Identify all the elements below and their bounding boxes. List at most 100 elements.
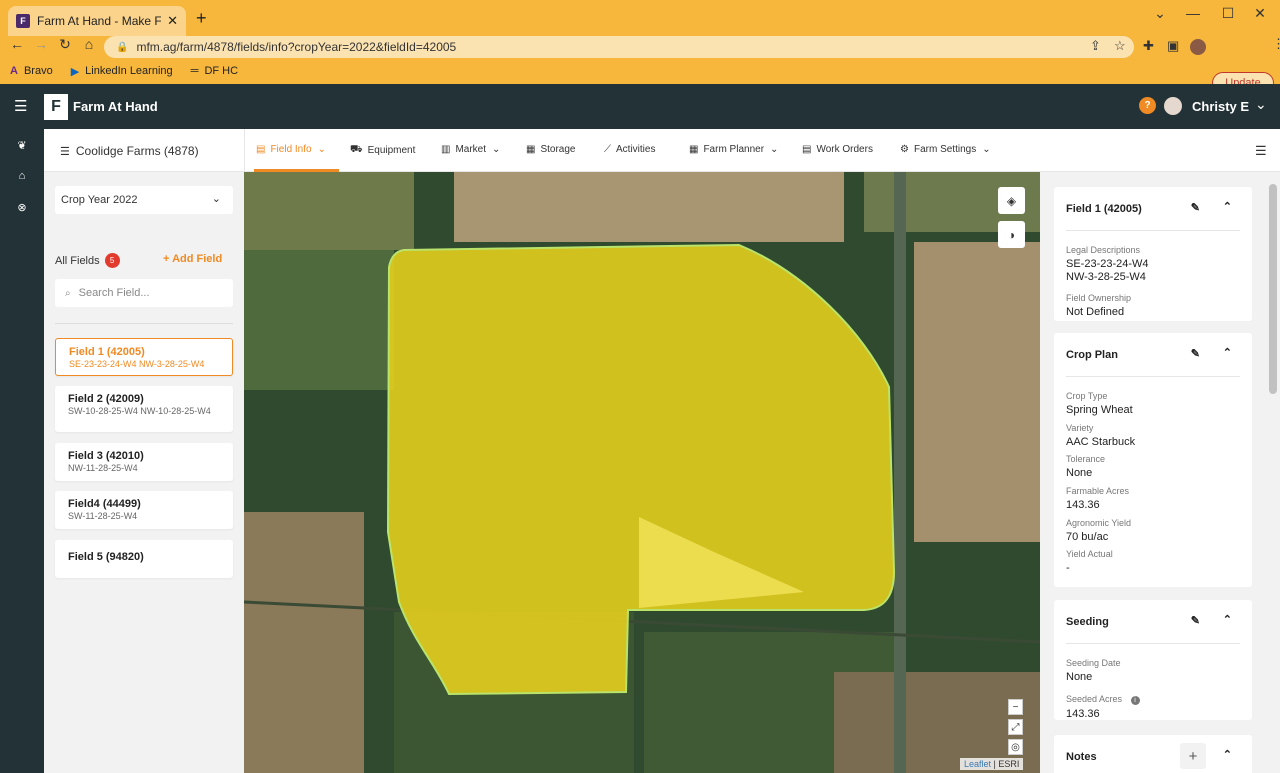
layers-icon[interactable]: ◈ — [998, 187, 1025, 214]
notes-card: Notes + ⌃ — [1054, 735, 1252, 773]
activity-icon: ⟋ — [604, 144, 611, 155]
chevron-up-icon[interactable]: ⌃ — [1223, 613, 1232, 626]
gear-icon: ⚙ — [900, 144, 909, 155]
dfhc-icon: ═ — [190, 65, 199, 77]
tab-field-info[interactable]: ▤ Field Info ⌄ — [256, 144, 326, 155]
chevron-down-icon: ⌄ — [492, 144, 501, 155]
tab-equipment[interactable]: ⛟ Equipment — [350, 144, 415, 157]
chevron-down-icon: ⌄ — [770, 144, 779, 155]
search-icon: ⌕ — [65, 287, 71, 299]
sidepanel-icon[interactable]: ▣ — [1167, 38, 1179, 54]
all-fields-heading: All Fields 5 — [55, 253, 120, 268]
bookmark-linkedin[interactable]: ▶ LinkedIn Learning — [71, 65, 173, 78]
satellite-map[interactable] — [244, 172, 1040, 773]
logo: F — [44, 94, 68, 120]
zoom-out-button[interactable]: − — [1008, 699, 1023, 715]
add-field-button[interactable]: + Add Field — [163, 253, 222, 265]
help-icon[interactable]: ? — [1139, 97, 1156, 114]
tab-title: Farm At Hand - Make Farm Mana — [37, 14, 162, 28]
chevron-down-icon[interactable]: ⌄ — [1145, 5, 1175, 22]
crop-plan-header: Crop Plan ✎ ⌃ — [1066, 333, 1240, 377]
new-tab-icon[interactable]: + — [196, 8, 207, 29]
storage-icon: ▦ — [526, 144, 536, 155]
avatar[interactable] — [1164, 97, 1182, 115]
dashboard-icon[interactable]: ⊗ — [14, 201, 30, 217]
linkedin-icon: ▶ — [70, 65, 80, 78]
bookmarks-bar: A Bravo ▶ LinkedIn Learning ═ DF HC — [0, 60, 1280, 82]
home-icon[interactable]: ⌂ — [78, 36, 100, 52]
chart-icon: ▥ — [441, 144, 451, 155]
app-header: ☰ F Farm At Hand ? Christy E ⌄ — [0, 84, 1280, 129]
maximize-icon[interactable]: ☐ — [1213, 5, 1243, 22]
tab-farm-planner[interactable]: ▦ Farm Planner ⌄ — [689, 144, 778, 155]
extensions-icon[interactable]: ✚ — [1143, 38, 1154, 54]
minimize-icon[interactable]: — — [1178, 5, 1208, 21]
app-name: Farm At Hand — [73, 99, 158, 114]
reload-icon[interactable]: ↻ — [54, 36, 76, 53]
info-icon[interactable]: i — [1130, 695, 1140, 705]
star-icon[interactable]: ☆ — [1114, 38, 1126, 54]
tractor-icon: ⛟ — [350, 144, 363, 155]
chevron-up-icon[interactable]: ⌃ — [1223, 748, 1232, 761]
fullscreen-icon[interactable]: ⤢ — [1008, 719, 1023, 735]
tab-market[interactable]: ▥ Market ⌄ — [441, 144, 500, 155]
scroll-thumb[interactable] — [1269, 184, 1277, 394]
locate-icon[interactable]: ◎ — [1008, 739, 1023, 755]
bookmark-dfhc[interactable]: ═ DF HC — [191, 65, 238, 77]
back-icon[interactable]: ← — [6, 36, 28, 52]
farm-home-icon[interactable]: ⌂ — [14, 170, 30, 186]
calendar-icon: ▦ — [689, 144, 699, 155]
menu-toggle-icon[interactable]: ☰ — [14, 97, 27, 115]
crop-year-select[interactable]: Crop Year 2022 ⌄ — [55, 186, 233, 214]
leaflet-link[interactable]: Leaflet — [964, 759, 991, 769]
list-icon: ☰ — [60, 145, 70, 158]
left-icon-rail: ❦ ⌂ ⊗ — [0, 129, 44, 773]
tab-work-orders[interactable]: ▤ Work Orders — [802, 144, 873, 155]
add-note-button[interactable]: + — [1180, 743, 1206, 769]
chevron-down-icon: ⌄ — [211, 193, 221, 205]
forward-icon[interactable]: → — [30, 36, 52, 52]
chevron-up-icon[interactable]: ⌃ — [1223, 200, 1232, 213]
panel-toggle-icon[interactable]: ☰ — [1255, 143, 1267, 159]
edit-icon[interactable]: ✎ — [1191, 614, 1200, 627]
chevron-down-icon[interactable]: ⌄ — [1255, 96, 1267, 113]
farm-selector[interactable]: ☰ Coolidge Farms (4878) — [60, 144, 199, 158]
field-map[interactable]: ◈ ◑ − ⤢ ◎ Leaflet | ESRI — [244, 172, 1040, 773]
address-bar[interactable]: 🔒 mfm.ag/farm/4878/fields/info?cropYear=… — [104, 36, 1134, 58]
browser-profile-avatar[interactable] — [1190, 39, 1206, 55]
tab-storage[interactable]: ▦ Storage — [526, 144, 575, 155]
scrollbar[interactable] — [1266, 172, 1280, 773]
share-icon[interactable]: ⇪ — [1090, 38, 1101, 54]
list-item[interactable]: Field 3 (42010) NW-11-28-25-W4 — [55, 443, 233, 481]
bookmark-bravo[interactable]: A Bravo — [10, 65, 53, 77]
list-item[interactable]: Field 5 (94820) — [55, 540, 233, 578]
list-item[interactable]: Field4 (44499) SW-11-28-25-W4 — [55, 491, 233, 529]
field-info-icon: ▤ — [256, 144, 266, 155]
favicon-icon: F — [16, 14, 30, 28]
close-tab-icon[interactable]: ✕ — [167, 13, 178, 29]
list-item[interactable]: Field 1 (42005) SE-23-23-24-W4 NW-3-28-2… — [55, 338, 233, 376]
field-card-body: Legal Descriptions SE-23-23-24-W4 NW-3-2… — [1066, 245, 1149, 319]
close-window-icon[interactable]: ✕ — [1245, 5, 1275, 22]
more-icon[interactable]: ⋮ — [1272, 36, 1280, 52]
contrast-icon[interactable]: ◑ — [998, 221, 1025, 248]
list-item[interactable]: Field 2 (42009) SW-10-28-25-W4 NW-10-28-… — [55, 386, 233, 432]
tab-activities[interactable]: ⟋ Activities — [604, 144, 655, 155]
chevron-up-icon[interactable]: ⌃ — [1223, 346, 1232, 359]
edit-icon[interactable]: ✎ — [1191, 347, 1200, 360]
browser-chrome: F Farm At Hand - Make Farm Mana ✕ + ⌄ — … — [0, 0, 1280, 94]
crop-icon[interactable]: ❦ — [14, 139, 30, 155]
browser-tab[interactable]: F Farm At Hand - Make Farm Mana ✕ — [8, 6, 186, 36]
tab-farm-settings[interactable]: ⚙ Farm Settings ⌄ — [900, 144, 991, 155]
edit-icon[interactable]: ✎ — [1191, 201, 1200, 214]
seeding-card: Seeding ✎ ⌃ Seeding Date None Seeded Acr… — [1054, 600, 1252, 720]
field-count-badge: 5 — [104, 253, 120, 268]
search-input[interactable]: ⌕ Search Field... — [55, 279, 233, 307]
lock-icon: 🔒 — [116, 41, 129, 53]
field-card: Field 1 (42005) ✎ ⌃ Legal Descriptions S… — [1054, 187, 1252, 321]
browser-toolbar: ← → ↻ ⌂ 🔒 mfm.ag/farm/4878/fields/info?c… — [0, 36, 1280, 94]
field-card-header: Field 1 (42005) ✎ ⌃ — [1066, 187, 1240, 231]
user-name[interactable]: Christy E — [1192, 99, 1249, 114]
seeded-acres-label: Seeded Acres i — [1066, 694, 1240, 705]
main-nav: ☰ Coolidge Farms (4878) ▤ Field Info ⌄ ⛟… — [44, 129, 1280, 172]
